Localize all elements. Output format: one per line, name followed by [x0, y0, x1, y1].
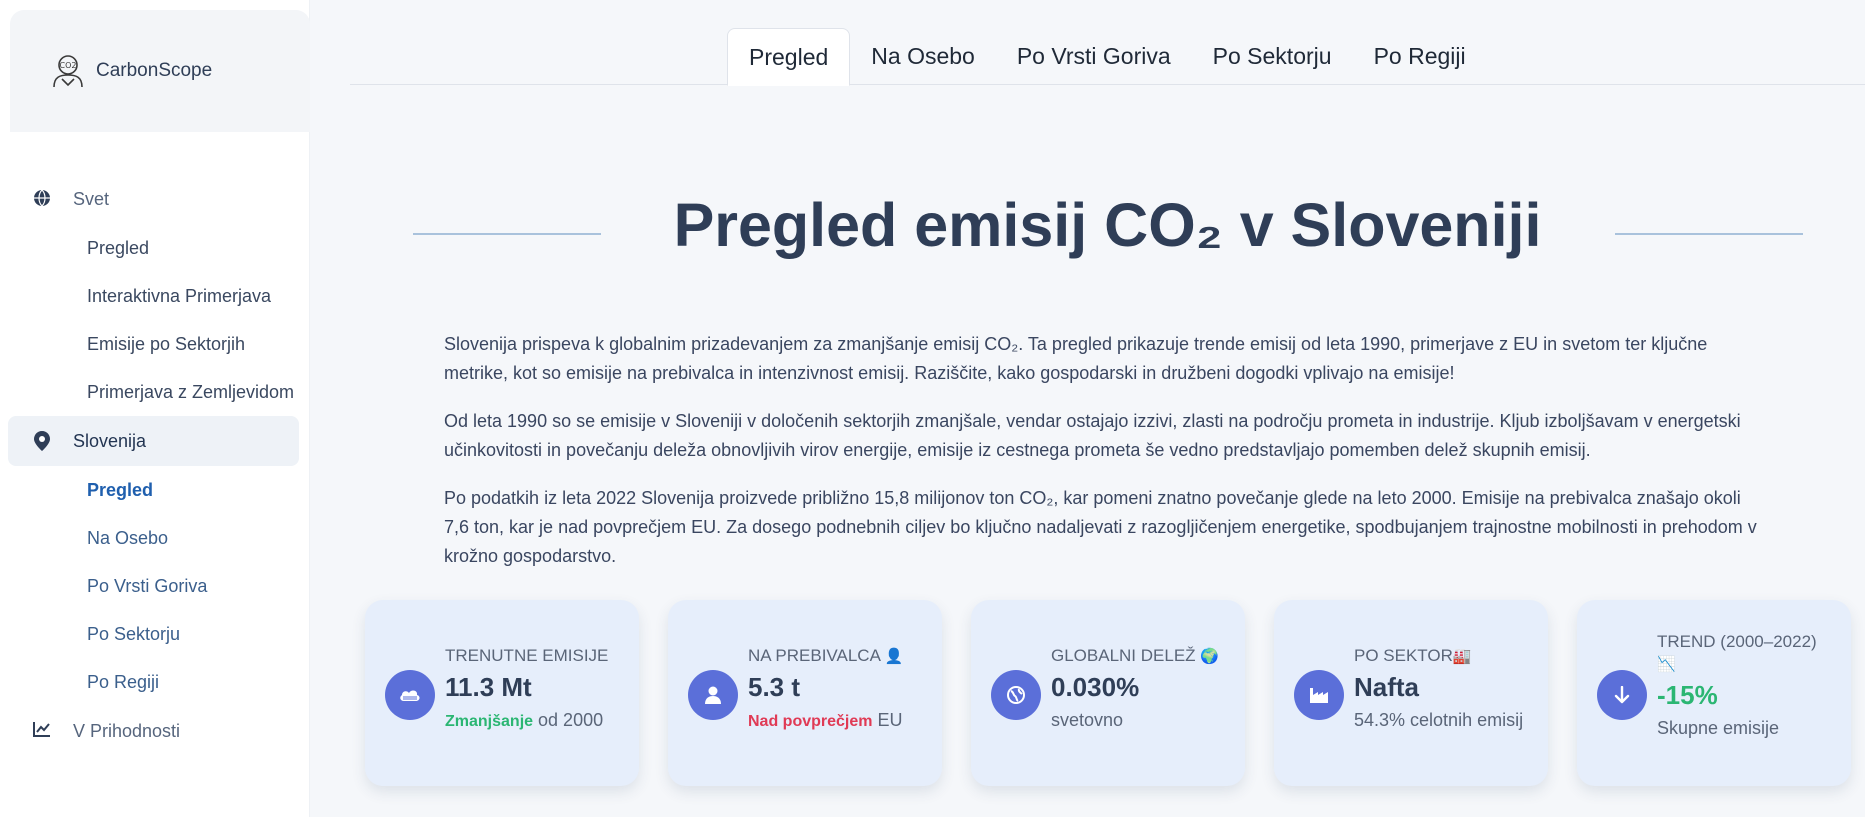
title-row: Pregled emisij CO₂ v Sloveniji: [350, 190, 1865, 280]
logo-icon: CO2: [48, 51, 88, 91]
globe-icon: [33, 189, 53, 209]
tab-pregled[interactable]: Pregled: [727, 28, 851, 86]
stat-value: Nafta: [1354, 672, 1420, 702]
stat-label-text: NA PREBIVALCA: [748, 646, 880, 665]
chart-down-emoji-glyph: 📉: [1657, 656, 1676, 673]
intro-paragraph: Od leta 1990 so se emisije v Sloveniji v…: [444, 411, 1741, 460]
intro-text: Slovenija prispeva k globalnim prizadeva…: [444, 330, 1764, 590]
comparison-badge: Nad povprečjem: [748, 713, 873, 730]
sidebar-section-svet[interactable]: Svet: [0, 174, 309, 224]
brand-name: CarbonScope: [96, 60, 213, 81]
stat-value: 11.3 Mt: [445, 672, 532, 702]
earth-emoji: 🌍: [1200, 648, 1219, 665]
sidebar-item-po-regiji[interactable]: Po Regiji: [0, 658, 309, 706]
tab-po-vrsti-goriva[interactable]: Po Vrsti Goriva: [996, 28, 1192, 85]
chart-down-emoji: 📉: [1657, 654, 1847, 674]
chart-line-icon: [33, 721, 53, 741]
sidebar-section-v-prihodnosti[interactable]: V Prihodnosti: [0, 706, 309, 756]
stat-card-by-sector[interactable]: PO SEKTOR🏭 Nafta 54.3% celotnih emisij: [1274, 600, 1548, 786]
tab-po-regiji[interactable]: Po Regiji: [1353, 28, 1487, 85]
sidebar-item-interaktivna-primerjava[interactable]: Interaktivna Primerjava: [0, 272, 309, 320]
stat-label: TREND (2000–2022): [1657, 632, 1817, 651]
intro-paragraph: Slovenija prispeva k globalnim prizadeva…: [444, 334, 1708, 383]
stat-label: TRENUTNE EMISIJE: [445, 646, 609, 665]
trend-badge: Zmanjšanje: [445, 713, 534, 730]
stat-subtext: svetovno: [1051, 710, 1124, 730]
stat-card-per-capita[interactable]: NA PREBIVALCA 👤 5.3 t Nad povprečjem EU: [668, 600, 942, 786]
sidebar-item-pregled-svet[interactable]: Pregled: [0, 224, 309, 272]
factory-icon: [1294, 670, 1344, 720]
stat-cards: TRENUTNE EMISIJE 11.3 Mt Zmanjšanje od 2…: [365, 600, 1851, 786]
stat-subtext: Zmanjšanje od 2000: [445, 710, 635, 731]
brand[interactable]: CO2 CarbonScope: [10, 10, 310, 132]
stat-label: PO SEKTOR🏭: [1354, 646, 1544, 666]
stat-subtext-suffix: EU: [872, 710, 903, 730]
stat-card-current-emissions[interactable]: TRENUTNE EMISIJE 11.3 Mt Zmanjšanje od 2…: [365, 600, 639, 786]
sidebar-nav: Svet Pregled Interaktivna Primerjava Emi…: [0, 174, 309, 756]
person-emoji: 👤: [884, 648, 904, 665]
stat-card-global-share[interactable]: GLOBALNI DELEŽ 🌍 0.030% svetovno: [971, 600, 1245, 786]
stat-subtext: 54.3% celotnih emisij: [1354, 710, 1524, 730]
sidebar-section-label: Slovenija: [73, 430, 147, 451]
stat-value: -15%: [1657, 680, 1718, 710]
stat-value: 0.030%: [1051, 672, 1140, 702]
sidebar-item-primerjava-z-zemljevidom[interactable]: Primerjava z Zemljevidom: [0, 368, 309, 416]
sidebar-section-label: Svet: [73, 188, 110, 209]
tab-bar: Pregled Na Osebo Po Vrsti Goriva Po Sekt…: [350, 28, 1865, 86]
sidebar-item-emisije-po-sektorjih[interactable]: Emisije po Sektorjih: [0, 320, 309, 368]
stat-subtext: Skupne emisije: [1657, 718, 1780, 738]
tab-na-osebo[interactable]: Na Osebo: [850, 28, 996, 85]
sidebar: CO2 CarbonScope Svet Pregled Interaktivn…: [0, 0, 310, 817]
tab-po-sektorju[interactable]: Po Sektorju: [1192, 28, 1353, 85]
stat-label-text: PO SEKTOR: [1354, 646, 1453, 665]
user-icon: [688, 670, 738, 720]
sidebar-item-po-sektorju[interactable]: Po Sektorju: [0, 610, 309, 658]
factory-emoji: 🏭: [1452, 648, 1472, 665]
stat-label: NA PREBIVALCA 👤: [748, 646, 938, 666]
stat-label: GLOBALNI DELEŽ 🌍: [1051, 646, 1241, 666]
sidebar-item-po-vrsti-goriva[interactable]: Po Vrsti Goriva: [0, 562, 309, 610]
sidebar-section-label: V Prihodnosti: [73, 720, 181, 741]
intro-paragraph: Po podatkih iz leta 2022 Slovenija proiz…: [444, 488, 1757, 566]
arrow-down-icon: [1597, 670, 1647, 720]
svg-text:CO2: CO2: [60, 61, 77, 70]
sidebar-item-na-osebo[interactable]: Na Osebo: [0, 514, 309, 562]
stat-value: 5.3 t: [748, 672, 801, 702]
globe-icon: [991, 670, 1041, 720]
map-pin-icon: [33, 431, 53, 451]
stat-card-trend[interactable]: TREND (2000–2022) 📉 -15% Skupne emisije: [1577, 600, 1851, 786]
title-divider-right: [1615, 233, 1803, 235]
stat-subtext-suffix: od 2000: [533, 710, 604, 730]
page-title: Pregled emisij CO₂ v Sloveniji: [673, 191, 1542, 259]
cloud-icon: [385, 670, 435, 720]
sidebar-item-pregled-slovenija[interactable]: Pregled: [0, 466, 309, 514]
stat-subtext: Nad povprečjem EU: [748, 710, 938, 731]
sidebar-section-slovenija[interactable]: Slovenija: [8, 416, 299, 466]
stat-label-text: GLOBALNI DELEŽ: [1051, 646, 1196, 665]
